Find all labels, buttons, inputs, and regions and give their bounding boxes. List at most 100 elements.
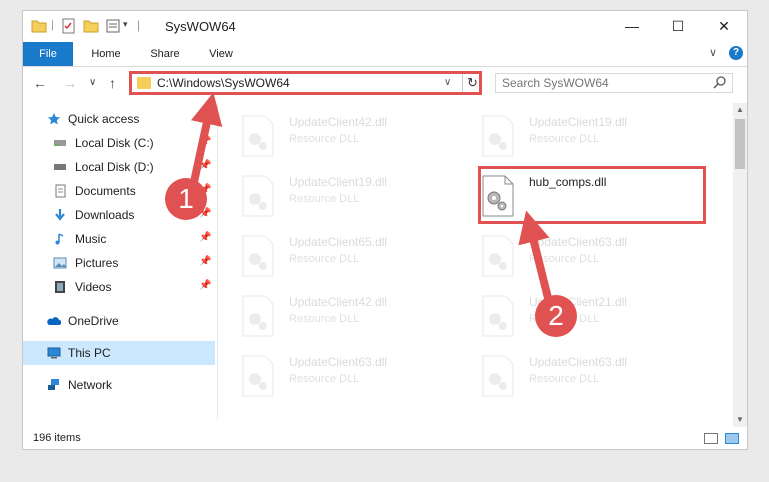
network-icon: [48, 379, 59, 390]
tab-file[interactable]: File: [23, 42, 73, 66]
file-name: UpdateClient63.dll: [529, 355, 628, 369]
file-explorer-window: | ▾ | SysWOW64 — ☐ ✕ File Home Share Vie…: [22, 10, 748, 450]
search-input[interactable]: [496, 74, 708, 92]
pin-icon: 📌: [199, 280, 212, 291]
scroll-thumb[interactable]: [735, 119, 745, 169]
highlight-box: [478, 166, 706, 224]
file-item[interactable]: UpdateClient63.dll Resource DLL: [481, 231, 701, 283]
file-name: UpdateClient42.dll: [289, 295, 388, 309]
dll-file-icon: [242, 355, 274, 397]
search-icon[interactable]: [713, 76, 727, 90]
nav-item-music[interactable]: Music 📌: [23, 227, 215, 251]
customize-toolbar-icon[interactable]: [105, 18, 121, 34]
help-icon[interactable]: ?: [729, 46, 743, 60]
forward-button[interactable]: →: [63, 75, 77, 91]
file-item[interactable]: UpdateClient19.dll Resource DLL: [481, 111, 701, 163]
back-button[interactable]: ←: [33, 75, 47, 91]
dll-file-icon: [482, 355, 514, 397]
address-path[interactable]: C:\Windows\SysWOW64: [157, 76, 290, 90]
file-item[interactable]: UpdateClient19.dll Resource DLL: [241, 171, 461, 223]
dll-file-icon: [242, 235, 274, 277]
nav-item-pictures[interactable]: Pictures 📌: [23, 251, 215, 275]
nav-item-label: This PC: [68, 346, 111, 360]
file-type: Resource DLL: [289, 313, 360, 325]
file-type: Resource DLL: [289, 373, 360, 385]
file-name: UpdateClient65.dll: [289, 235, 388, 249]
tab-view[interactable]: View: [196, 42, 246, 66]
details-view-icon[interactable]: [704, 433, 718, 444]
close-button[interactable]: ✕: [701, 11, 747, 41]
separator: |: [51, 19, 54, 31]
item-count: 196 items: [33, 432, 81, 444]
videos-icon: [55, 281, 65, 293]
nav-item-label: Music: [75, 232, 107, 246]
new-folder-icon[interactable]: [83, 18, 99, 34]
step-1-callout: 1: [165, 178, 207, 220]
file-item[interactable]: UpdateClient42.dll Resource DLL: [241, 111, 461, 163]
navigation-bar: ← → ∨ ↑ C:\Windows\SysWOW64 ∨ ↻: [23, 67, 747, 99]
nav-item-label: Videos: [75, 280, 112, 294]
nav-item-this-pc[interactable]: This PC: [23, 341, 215, 365]
address-dropdown-icon[interactable]: ∨: [444, 77, 451, 88]
window-title: SysWOW64: [165, 19, 236, 34]
pin-icon: 📌: [199, 256, 212, 267]
nav-item-label: Local Disk (D:): [75, 160, 154, 174]
nav-item-label: Downloads: [75, 208, 135, 222]
file-type: Resource DLL: [529, 253, 600, 265]
nav-item-local-disk-d[interactable]: Local Disk (D:) 📌: [23, 155, 215, 179]
dll-file-icon: [482, 235, 514, 277]
nav-item-local-disk-c[interactable]: Local Disk (C:) 📌: [23, 131, 215, 155]
file-item[interactable]: UpdateClient42.dll Resource DLL: [241, 291, 461, 343]
file-type: Resource DLL: [529, 373, 600, 385]
dll-file-icon: [242, 115, 274, 157]
ribbon-collapse-icon[interactable]: ∨: [709, 46, 717, 59]
nav-item-quick-access[interactable]: Quick access: [23, 107, 215, 131]
pin-icon: 📌: [199, 136, 212, 147]
file-type: Resource DLL: [529, 133, 600, 145]
pictures-icon: [53, 257, 67, 269]
pin-icon: 📌: [199, 160, 212, 171]
file-name: UpdateClient42.dll: [289, 115, 388, 129]
scroll-up-icon[interactable]: ▲: [733, 103, 747, 117]
documents-icon: [55, 184, 66, 198]
star-icon: [48, 113, 60, 125]
dll-file-icon: [242, 295, 274, 337]
quick-access-dropdown-icon[interactable]: ▾: [123, 19, 128, 30]
nav-item-label: OneDrive: [68, 314, 119, 328]
nav-item-network[interactable]: Network: [23, 373, 215, 397]
drive-icon: [54, 164, 66, 170]
tab-share[interactable]: Share: [140, 42, 190, 66]
dll-file-icon: [482, 295, 514, 337]
search-box[interactable]: [495, 73, 733, 93]
nav-item-videos[interactable]: Videos 📌: [23, 275, 215, 299]
refresh-button[interactable]: ↻: [462, 74, 482, 92]
file-type: Resource DLL: [289, 133, 360, 145]
drive-icon: [54, 140, 66, 146]
scroll-down-icon[interactable]: ▼: [733, 413, 747, 427]
maximize-button[interactable]: ☐: [655, 11, 701, 41]
file-item[interactable]: UpdateClient21.dll Resource DLL: [481, 291, 701, 343]
folder-icon[interactable]: [31, 18, 47, 34]
file-type: Resource DLL: [289, 253, 360, 265]
up-button[interactable]: ↑: [109, 75, 116, 91]
file-name: UpdateClient63.dll: [289, 355, 388, 369]
music-icon: [55, 233, 64, 245]
file-item[interactable]: UpdateClient63.dll Resource DLL: [241, 351, 461, 403]
large-icons-view-icon[interactable]: [725, 433, 739, 444]
file-item[interactable]: UpdateClient63.dll Resource DLL: [481, 351, 701, 403]
nav-item-label: Local Disk (C:): [75, 136, 154, 150]
tab-home[interactable]: Home: [81, 42, 131, 66]
minimize-button[interactable]: —: [609, 11, 655, 41]
properties-icon[interactable]: [61, 18, 77, 34]
address-bar[interactable]: C:\Windows\SysWOW64 ∨ ↻: [129, 71, 482, 95]
nav-item-label: Pictures: [75, 256, 119, 270]
recent-locations-button[interactable]: ∨: [89, 77, 96, 88]
nav-item-label: Network: [68, 378, 113, 392]
vertical-scrollbar[interactable]: ▲ ▼: [733, 103, 747, 427]
nav-item-onedrive[interactable]: OneDrive: [23, 309, 215, 333]
file-item[interactable]: UpdateClient65.dll Resource DLL: [241, 231, 461, 283]
downloads-icon: [55, 209, 65, 221]
ribbon-tabs: File Home Share View ∨ ?: [23, 42, 747, 67]
onedrive-icon: [47, 317, 61, 325]
file-name: UpdateClient63.dll: [529, 235, 628, 249]
